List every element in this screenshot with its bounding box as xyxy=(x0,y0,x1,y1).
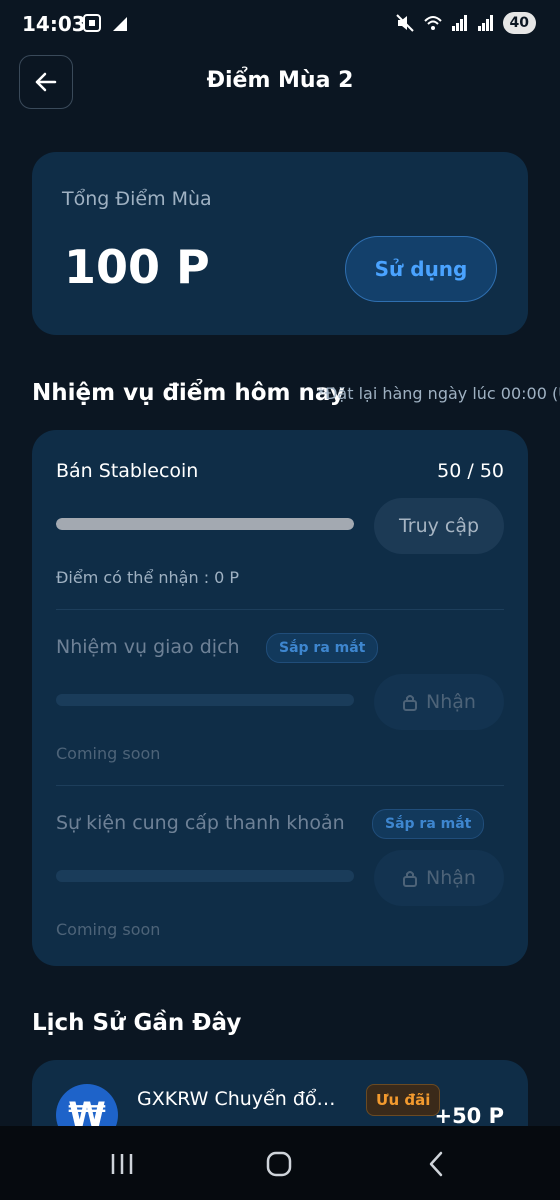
cell-signal-2-icon xyxy=(477,15,493,31)
status-time: 14:03 xyxy=(22,12,86,36)
recent-apps-button[interactable] xyxy=(102,1146,142,1182)
use-points-button[interactable]: Sử dụng xyxy=(345,236,497,302)
recent-apps-icon xyxy=(111,1154,133,1174)
divider xyxy=(56,785,504,786)
total-points-value: 100 P xyxy=(64,240,210,294)
home-button[interactable] xyxy=(259,1146,299,1182)
claim-label: Nhận xyxy=(426,691,476,713)
divider xyxy=(56,609,504,610)
mission-progress-track xyxy=(56,694,354,706)
mission-title: Sự kiện cung cấp thanh khoản xyxy=(56,812,345,834)
promo-badge: Ưu đãi xyxy=(366,1084,441,1116)
battery-badge: 40 xyxy=(502,12,536,34)
status-bar: 14:03 40 xyxy=(0,0,560,48)
screenshot-icon xyxy=(83,14,101,32)
mission-title: Nhiệm vụ giao dịch xyxy=(56,636,240,658)
page-title: Điểm Mùa 2 xyxy=(206,68,354,93)
claim-button[interactable]: Nhận xyxy=(374,674,504,730)
mission-title: Bán Stablecoin xyxy=(56,460,199,482)
lock-icon xyxy=(403,871,418,887)
total-points-label: Tổng Điểm Mùa xyxy=(62,188,212,210)
back-nav-button[interactable] xyxy=(416,1146,456,1182)
missions-reset-note: *Đặt lại hàng ngày lúc 00:00 (U xyxy=(317,384,560,403)
chevron-left-icon xyxy=(429,1151,443,1177)
signal-icon xyxy=(113,17,127,31)
home-icon xyxy=(266,1151,292,1177)
missions-card: Bán Stablecoin 50 / 50 Truy cập Điểm có … xyxy=(32,430,528,966)
cell-signal-icon xyxy=(451,15,467,31)
status-left-icons xyxy=(82,13,130,33)
mission-status: Coming soon xyxy=(56,920,161,939)
claim-button[interactable]: Nhận xyxy=(374,850,504,906)
history-heading: Lịch Sử Gần Đây xyxy=(32,1010,242,1036)
visit-button[interactable]: Truy cập xyxy=(374,498,504,554)
mission-count: 50 / 50 xyxy=(437,460,504,482)
coming-soon-badge: Sắp ra mắt xyxy=(266,633,379,663)
claim-label: Nhận xyxy=(426,867,476,889)
history-title: GXKRW Chuyển đổ… xyxy=(137,1088,336,1110)
mission-claimable-points: Điểm có thể nhận : 0 P xyxy=(56,568,240,587)
mission-progress-track xyxy=(56,870,354,882)
mute-icon xyxy=(395,14,414,32)
missions-heading: Nhiệm vụ điểm hôm nay xyxy=(32,380,345,406)
mission-progress-track xyxy=(56,518,354,530)
history-points: +50 P xyxy=(434,1104,504,1128)
total-points-card: Tổng Điểm Mùa 100 P Sử dụng xyxy=(32,152,528,335)
status-right-icons: 40 xyxy=(395,12,536,34)
wifi-icon xyxy=(423,16,442,30)
system-nav-bar xyxy=(0,1126,560,1200)
lock-icon xyxy=(403,695,418,711)
coming-soon-badge: Sắp ra mắt xyxy=(372,809,485,839)
mission-progress-fill xyxy=(56,518,354,530)
mission-status: Coming soon xyxy=(56,744,161,763)
